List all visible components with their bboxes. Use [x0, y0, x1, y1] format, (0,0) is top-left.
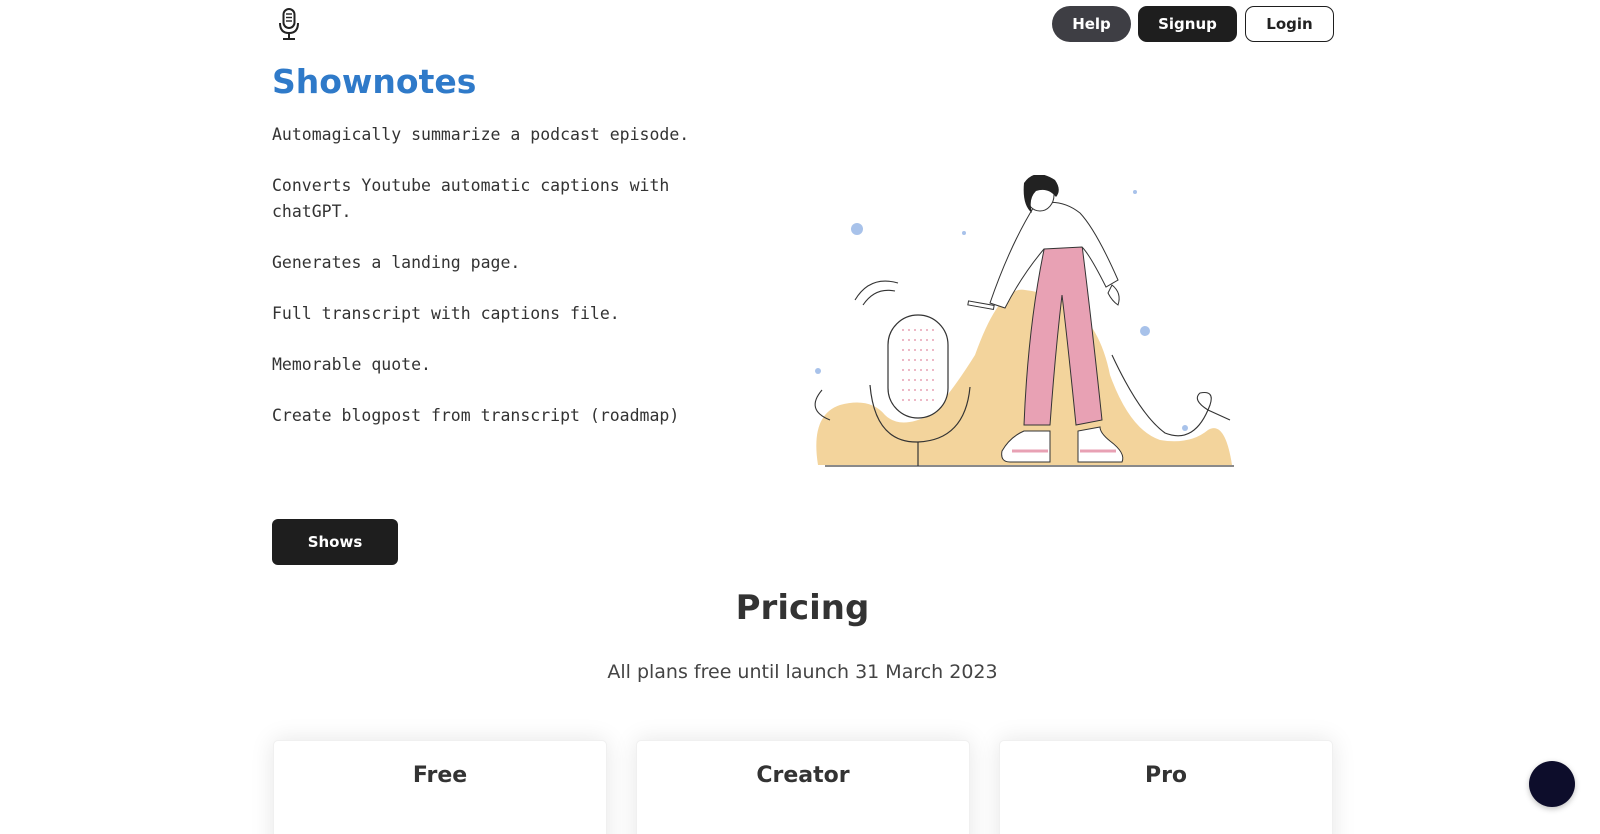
microphone-icon[interactable]	[277, 8, 301, 42]
plan-name: Free	[412, 763, 468, 788]
pricing-subtitle: All plans free until launch 31 March 202…	[607, 661, 998, 683]
feature-item: Converts Youtube automatic captions with…	[272, 176, 670, 221]
page-title: Shownotes	[272, 62, 477, 101]
shows-button[interactable]: Shows	[272, 519, 398, 565]
plan-card-creator: Creator	[636, 740, 970, 834]
woman-with-microphone-illustration	[814, 175, 1234, 467]
signup-button[interactable]: Signup	[1138, 6, 1237, 42]
pricing-heading: Pricing	[735, 588, 870, 628]
feature-item: Create blogpost from transcript (roadmap…	[272, 406, 680, 425]
login-button[interactable]: Login	[1245, 6, 1334, 42]
feature-item: Full transcript with captions file.	[272, 304, 620, 323]
plan-card-pro: Pro	[999, 740, 1333, 834]
feature-item: Generates a landing page.	[272, 253, 521, 272]
feature-item: Automagically summarize a podcast episod…	[272, 125, 690, 144]
feature-item: Memorable quote.	[272, 355, 431, 374]
help-button[interactable]: Help	[1052, 6, 1131, 42]
feature-list: Automagically summarize a podcast episod…	[272, 122, 712, 454]
plan-name: Pro	[1144, 763, 1188, 788]
chat-bubble-icon[interactable]	[1529, 761, 1575, 807]
plan-card-free: Free	[273, 740, 607, 834]
plan-name: Creator	[756, 763, 850, 788]
